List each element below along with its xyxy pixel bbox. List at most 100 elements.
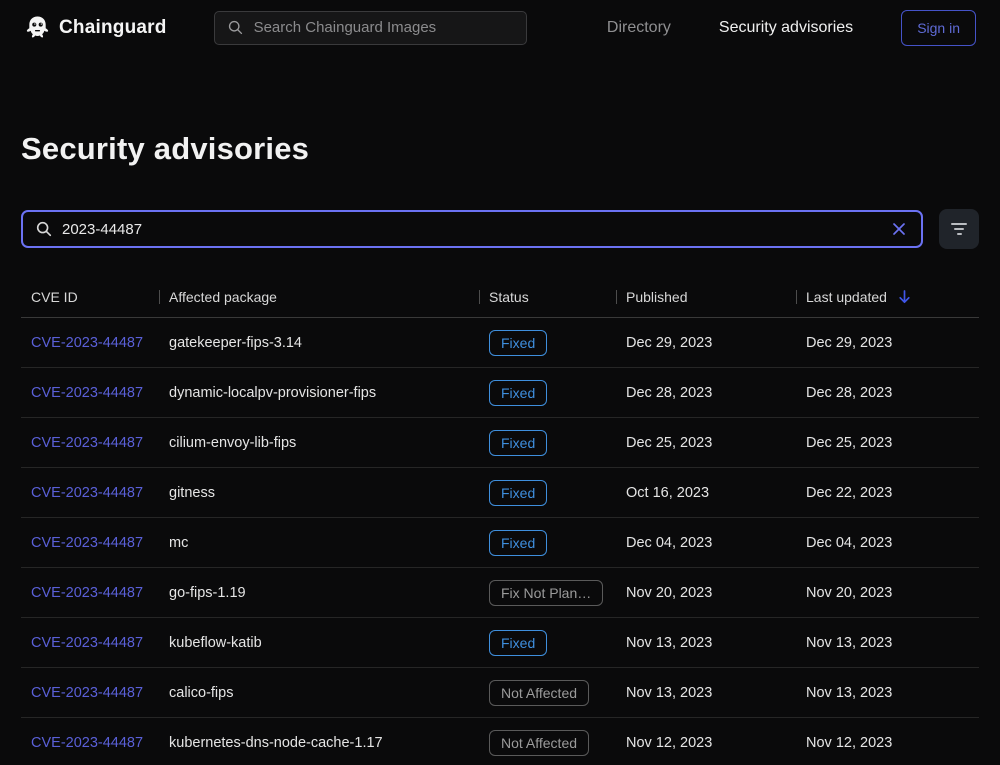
table-row: CVE-2023-44487 go-fips-1.19 Fix Not Plan… (21, 568, 979, 618)
published-date: Nov 20, 2023 (626, 585, 712, 601)
affected-package-cell: go-fips-1.19 (159, 585, 479, 601)
table-body: CVE-2023-44487 gatekeeper-fips-3.14 Fixe… (21, 318, 979, 765)
filter-button[interactable] (939, 209, 979, 249)
status-badge: Fix Not Plan… (489, 580, 603, 606)
table-row: CVE-2023-44487 gatekeeper-fips-3.14 Fixe… (21, 318, 979, 368)
published-date: Dec 04, 2023 (626, 535, 712, 551)
published-cell: Dec 29, 2023 (616, 335, 796, 351)
close-icon (891, 221, 907, 237)
published-date: Dec 29, 2023 (626, 335, 712, 351)
search-icon (35, 220, 53, 238)
table-row: CVE-2023-44487 kubernetes-dns-node-cache… (21, 718, 979, 765)
cve-link[interactable]: CVE-2023-44487 (31, 335, 143, 351)
top-navbar: Chainguard Directory Security advisories… (0, 0, 1000, 55)
cve-link[interactable]: CVE-2023-44487 (31, 635, 143, 651)
cve-link[interactable]: CVE-2023-44487 (31, 485, 143, 501)
cve-id-cell: CVE-2023-44487 (21, 685, 159, 701)
last-updated-cell: Nov 20, 2023 (796, 585, 979, 601)
cve-link[interactable]: CVE-2023-44487 (31, 735, 143, 751)
affected-package-cell: kubernetes-dns-node-cache-1.17 (159, 735, 479, 751)
status-cell: Not Affected (479, 680, 616, 706)
affected-package-cell: mc (159, 535, 479, 551)
package-name: kubernetes-dns-node-cache-1.17 (169, 735, 383, 751)
status-cell: Fixed (479, 430, 616, 456)
affected-package-cell: dynamic-localpv-provisioner-fips (159, 385, 479, 401)
filter-row (21, 209, 979, 249)
cve-link[interactable]: CVE-2023-44487 (31, 435, 143, 451)
sign-in-button[interactable]: Sign in (901, 10, 976, 46)
cve-id-cell: CVE-2023-44487 (21, 635, 159, 651)
table-row: CVE-2023-44487 gitness Fixed Oct 16, 202… (21, 468, 979, 518)
cve-id-cell: CVE-2023-44487 (21, 435, 159, 451)
column-header-published[interactable]: Published (616, 289, 796, 305)
nav-link-security-advisories[interactable]: Security advisories (719, 19, 853, 37)
status-badge: Not Affected (489, 680, 589, 706)
last-updated-date: Dec 22, 2023 (806, 485, 892, 501)
published-date: Oct 16, 2023 (626, 485, 709, 501)
status-badge: Fixed (489, 630, 547, 656)
advisory-search-box[interactable] (21, 210, 923, 248)
published-cell: Dec 25, 2023 (616, 435, 796, 451)
sort-descending-icon[interactable] (897, 289, 912, 305)
status-badge: Fixed (489, 330, 547, 356)
search-icon (227, 19, 244, 36)
last-updated-cell: Dec 04, 2023 (796, 535, 979, 551)
status-cell: Fix Not Plan… (479, 580, 616, 606)
table-header-row: CVE ID Affected package Status Published… (21, 277, 979, 318)
column-header-affected-package[interactable]: Affected package (159, 289, 479, 305)
page-title: Security advisories (21, 131, 979, 167)
column-header-last-updated[interactable]: Last updated (796, 289, 979, 305)
last-updated-cell: Dec 28, 2023 (796, 385, 979, 401)
affected-package-cell: cilium-envoy-lib-fips (159, 435, 479, 451)
package-name: cilium-envoy-lib-fips (169, 435, 296, 451)
cve-id-cell: CVE-2023-44487 (21, 585, 159, 601)
last-updated-cell: Nov 13, 2023 (796, 685, 979, 701)
nav-link-directory[interactable]: Directory (607, 19, 671, 37)
package-name: gatekeeper-fips-3.14 (169, 335, 302, 351)
published-cell: Nov 13, 2023 (616, 685, 796, 701)
chainguard-logo[interactable]: Chainguard (24, 14, 167, 41)
affected-package-cell: gatekeeper-fips-3.14 (159, 335, 479, 351)
status-cell: Fixed (479, 630, 616, 656)
published-cell: Dec 04, 2023 (616, 535, 796, 551)
last-updated-date: Dec 04, 2023 (806, 535, 892, 551)
cve-id-cell: CVE-2023-44487 (21, 335, 159, 351)
clear-search-button[interactable] (889, 219, 909, 239)
last-updated-date: Nov 13, 2023 (806, 685, 892, 701)
brand-name: Chainguard (59, 17, 167, 39)
navbar-search-input[interactable] (254, 19, 514, 36)
table-row: CVE-2023-44487 mc Fixed Dec 04, 2023 Dec… (21, 518, 979, 568)
package-name: gitness (169, 485, 215, 501)
advisories-table: CVE ID Affected package Status Published… (21, 277, 979, 765)
published-date: Nov 13, 2023 (626, 685, 712, 701)
last-updated-cell: Dec 29, 2023 (796, 335, 979, 351)
published-date: Nov 13, 2023 (626, 635, 712, 651)
cve-link[interactable]: CVE-2023-44487 (31, 535, 143, 551)
column-header-status[interactable]: Status (479, 289, 616, 305)
last-updated-date: Nov 12, 2023 (806, 735, 892, 751)
published-cell: Nov 20, 2023 (616, 585, 796, 601)
table-row: CVE-2023-44487 cilium-envoy-lib-fips Fix… (21, 418, 979, 468)
cve-link[interactable]: CVE-2023-44487 (31, 585, 143, 601)
column-header-cve-id[interactable]: CVE ID (21, 289, 159, 305)
package-name: dynamic-localpv-provisioner-fips (169, 385, 376, 401)
last-updated-date: Dec 25, 2023 (806, 435, 892, 451)
cve-id-cell: CVE-2023-44487 (21, 735, 159, 751)
published-date: Dec 28, 2023 (626, 385, 712, 401)
status-badge: Not Affected (489, 730, 589, 756)
status-badge: Fixed (489, 430, 547, 456)
cve-link[interactable]: CVE-2023-44487 (31, 385, 143, 401)
status-cell: Fixed (479, 330, 616, 356)
package-name: calico-fips (169, 685, 233, 701)
last-updated-date: Nov 20, 2023 (806, 585, 892, 601)
published-date: Nov 12, 2023 (626, 735, 712, 751)
last-updated-cell: Dec 22, 2023 (796, 485, 979, 501)
navbar-search-box[interactable] (214, 11, 527, 45)
affected-package-cell: calico-fips (159, 685, 479, 701)
status-cell: Fixed (479, 530, 616, 556)
cve-link[interactable]: CVE-2023-44487 (31, 685, 143, 701)
advisory-search-input[interactable] (62, 221, 880, 238)
cve-id-cell: CVE-2023-44487 (21, 485, 159, 501)
package-name: mc (169, 535, 188, 551)
last-updated-cell: Dec 25, 2023 (796, 435, 979, 451)
